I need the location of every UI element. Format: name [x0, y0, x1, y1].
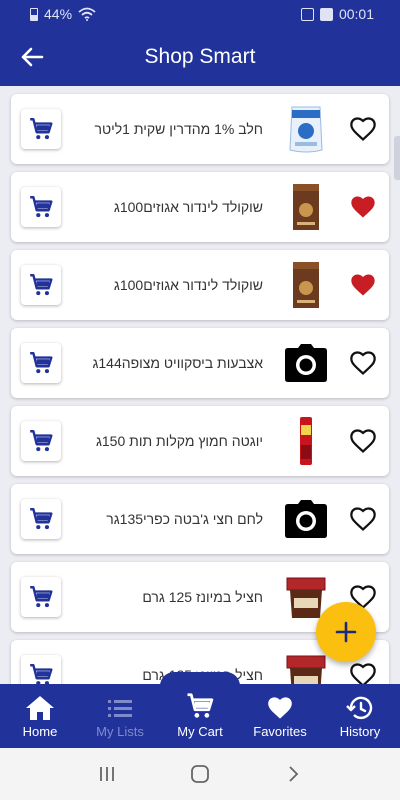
wifi-icon	[78, 7, 96, 21]
favorite-heart-icon[interactable]	[349, 116, 377, 142]
system-navigation-bar	[0, 748, 400, 800]
recents-icon	[99, 767, 114, 781]
battery-level: 44%	[44, 6, 73, 22]
battery-icon	[30, 7, 38, 21]
nav-home-label: Home	[22, 724, 58, 739]
product-name: שוקולד לינדור אגוזים100ג	[113, 277, 263, 293]
status-time: 00:01	[338, 6, 374, 22]
app-bar: Shop Smart	[0, 28, 400, 86]
product-name: חציל במיונז 125 גרם	[142, 589, 263, 605]
nav-favorites-label: Favorites	[253, 724, 307, 739]
favorite-heart-icon[interactable]	[349, 428, 377, 454]
camera-icon	[283, 336, 329, 390]
add-to-cart-button[interactable]	[21, 343, 61, 383]
heart-icon	[268, 697, 292, 719]
nav-my-lists[interactable]: My Lists	[80, 684, 160, 748]
product-name: שוקולד לינדור אגוזים100ג	[113, 199, 263, 215]
edge-panel-handle[interactable]	[394, 136, 400, 180]
add-to-cart-button[interactable]	[21, 109, 61, 149]
list-item[interactable]: חלב 1% מהדרין שקית 1ליטר	[11, 94, 389, 164]
add-to-cart-button[interactable]	[21, 421, 61, 461]
home-circle-icon	[191, 765, 209, 783]
favorite-heart-icon[interactable]	[349, 272, 377, 298]
add-to-cart-button[interactable]	[21, 499, 61, 539]
back-arrow-icon[interactable]	[18, 43, 46, 71]
cart-icon	[30, 586, 53, 608]
chocolate-box-image	[283, 258, 329, 312]
yogurt-stick-image	[283, 414, 329, 468]
cart-icon	[30, 508, 53, 530]
favorite-heart-icon[interactable]	[349, 350, 377, 376]
gallery-notification-icon	[300, 7, 314, 21]
list-item[interactable]: יוגטה חמוץ מקלות תות 150ג	[11, 406, 389, 476]
chevron-right-icon	[289, 766, 299, 782]
nav-favorites[interactable]: Favorites	[240, 684, 320, 748]
chocolate-box-image	[283, 180, 329, 234]
cart-icon	[187, 693, 214, 718]
page-title: Shop Smart	[144, 45, 256, 68]
cart-icon	[30, 274, 53, 296]
list-item[interactable]: לחם חצי ג'בטה כפרי135גר	[11, 484, 389, 554]
nav-my-cart-label: My Cart	[177, 724, 223, 739]
check-notification-icon	[319, 7, 333, 21]
cart-icon	[30, 430, 53, 452]
nav-history-label: History	[339, 724, 381, 739]
list-item[interactable]: שוקולד לינדור אגוזים100ג	[11, 250, 389, 320]
product-name: יוגטה חמוץ מקלות תות 150ג	[95, 433, 263, 449]
cart-icon	[30, 118, 53, 140]
product-name: אצבעות ביסקוויט מצופה144ג	[92, 355, 263, 371]
nav-my-cart[interactable]: My Cart	[160, 684, 240, 748]
nav-home[interactable]: Home	[0, 684, 80, 748]
history-icon	[346, 696, 373, 720]
favorite-heart-icon[interactable]	[349, 194, 377, 220]
add-to-cart-button[interactable]	[21, 655, 61, 684]
home-icon	[26, 696, 54, 720]
favorite-heart-icon[interactable]	[349, 506, 377, 532]
bottom-navigation: Home My Lists My Cart Favorites History	[0, 684, 400, 748]
nav-history[interactable]: History	[320, 684, 400, 748]
add-to-cart-button[interactable]	[21, 577, 61, 617]
recents-button[interactable]	[95, 762, 119, 786]
add-item-button[interactable]	[316, 602, 376, 662]
product-name: לחם חצי ג'בטה כפרי135גר	[106, 511, 263, 527]
cart-icon	[30, 664, 53, 684]
cart-icon	[30, 352, 53, 374]
status-bar: 44% 00:01	[0, 0, 400, 28]
cart-icon	[30, 196, 53, 218]
product-list[interactable]: חלב 1% מהדרין שקית 1ליטר שוקולד לינדור א…	[0, 86, 400, 684]
product-name: חלב 1% מהדרין שקית 1ליטר	[94, 121, 263, 137]
add-to-cart-button[interactable]	[21, 265, 61, 305]
list-icon	[108, 700, 132, 717]
camera-icon	[283, 492, 329, 546]
list-item[interactable]: אצבעות ביסקוויט מצופה144ג	[11, 328, 389, 398]
nav-my-lists-label: My Lists	[96, 724, 144, 739]
back-button[interactable]	[281, 762, 305, 786]
home-button[interactable]	[188, 762, 212, 786]
milk-bag-image	[283, 102, 329, 156]
favorite-heart-icon[interactable]	[349, 662, 377, 684]
plus-icon	[335, 621, 357, 643]
eggplant-jar-image	[283, 648, 329, 684]
add-to-cart-button[interactable]	[21, 187, 61, 227]
list-item[interactable]: שוקולד לינדור אגוזים100ג	[11, 172, 389, 242]
